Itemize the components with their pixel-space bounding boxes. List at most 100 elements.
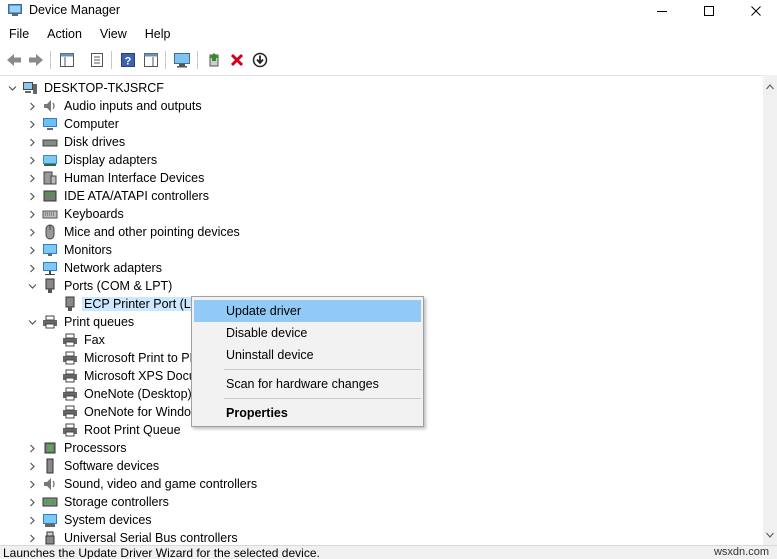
- tree-item-system-devices[interactable]: System devices: [26, 511, 154, 529]
- expand-chevron-icon[interactable]: [26, 259, 38, 277]
- expand-chevron-icon[interactable]: [26, 223, 38, 241]
- help-icon[interactable]: ?: [118, 50, 138, 70]
- status-text: Launches the Update Driver Wizard for th…: [3, 546, 320, 559]
- mouse-icon: [42, 224, 58, 240]
- menu-file[interactable]: File: [0, 25, 38, 45]
- tree-item-label: Microsoft Print to PD: [84, 351, 199, 365]
- software-device-icon: [42, 458, 58, 474]
- tree-item-label: Mice and other pointing devices: [64, 225, 240, 239]
- expand-chevron-icon[interactable]: [26, 457, 38, 475]
- scroll-up-arrow-icon[interactable]: [766, 79, 774, 93]
- speaker-icon: [42, 476, 58, 492]
- expand-chevron-icon[interactable]: [26, 493, 38, 511]
- expand-chevron-icon[interactable]: [26, 511, 38, 529]
- expand-chevron-icon[interactable]: [26, 439, 38, 457]
- minimize-button[interactable]: [639, 0, 685, 22]
- tree-item-root-print-queue[interactable]: Root Print Queue: [46, 421, 183, 439]
- expand-chevron-icon[interactable]: [26, 187, 38, 205]
- expand-chevron-icon[interactable]: [26, 97, 38, 115]
- close-button[interactable]: [733, 0, 777, 22]
- tree-item-label: Software devices: [64, 459, 160, 473]
- svg-text:?: ?: [125, 56, 132, 68]
- tree-item-microsoft-print-to-pdf[interactable]: Microsoft Print to PD: [46, 349, 201, 367]
- collapse-chevron-icon[interactable]: [6, 79, 18, 97]
- tree-item-ports[interactable]: Ports (COM & LPT): [26, 277, 174, 295]
- context-uninstall-device[interactable]: Uninstall device: [194, 344, 421, 366]
- status-bar: Launches the Update Driver Wizard for th…: [0, 545, 777, 559]
- tree-item-label: Root Print Queue: [84, 423, 181, 437]
- tree-item-print-queues[interactable]: Print queues: [26, 313, 136, 331]
- context-properties[interactable]: Properties: [194, 402, 421, 424]
- computer-icon: [42, 116, 58, 132]
- tree-item-label: Print queues: [64, 315, 135, 329]
- tree-item-disk-drives[interactable]: Disk drives: [26, 133, 127, 151]
- uninstall-icon[interactable]: [227, 50, 247, 70]
- tree-item-label: Human Interface Devices: [64, 171, 205, 185]
- tree-item-label: Network adapters: [64, 261, 162, 275]
- maximize-button[interactable]: [686, 0, 732, 22]
- menu-action[interactable]: Action: [38, 25, 91, 45]
- tree-item-ecp-printer-port[interactable]: ECP Printer Port (LPT: [46, 295, 209, 313]
- display-adapter-icon: [42, 152, 58, 168]
- expand-chevron-icon[interactable]: [26, 205, 38, 223]
- speaker-icon: [42, 98, 58, 114]
- monitor-icon: [42, 242, 58, 258]
- add-driver-icon[interactable]: [204, 50, 224, 70]
- scroll-down-arrow-icon[interactable]: [766, 527, 774, 541]
- tree-item-software-devices[interactable]: Software devices: [26, 457, 161, 475]
- tree-item-monitors[interactable]: Monitors: [26, 241, 114, 259]
- tree-item-label: Display adapters: [64, 153, 158, 167]
- expand-chevron-icon[interactable]: [26, 475, 38, 493]
- tree-item-processors[interactable]: Processors: [26, 439, 129, 457]
- context-scan-hardware[interactable]: Scan for hardware changes: [194, 373, 421, 395]
- action-pane-icon[interactable]: [141, 50, 161, 70]
- port-icon: [42, 278, 58, 294]
- show-hide-console-tree-icon[interactable]: [57, 50, 77, 70]
- printer-icon: [62, 368, 78, 384]
- menu-help[interactable]: Help: [136, 25, 180, 45]
- tree-item-storage-controllers[interactable]: Storage controllers: [26, 493, 171, 511]
- expand-chevron-icon[interactable]: [26, 241, 38, 259]
- tree-item-label: OneNote (Desktop): [84, 387, 192, 401]
- tree-item-label: Fax: [84, 333, 105, 347]
- expand-chevron-icon[interactable]: [26, 169, 38, 187]
- update-driver-icon[interactable]: [250, 50, 270, 70]
- tree-item-fax[interactable]: Fax: [46, 331, 107, 349]
- tree-item-usb-controllers[interactable]: Universal Serial Bus controllers: [26, 529, 240, 545]
- expand-chevron-icon[interactable]: [26, 133, 38, 151]
- collapse-chevron-icon[interactable]: [26, 277, 38, 295]
- expand-chevron-icon[interactable]: [26, 151, 38, 169]
- vertical-scrollbar[interactable]: [763, 75, 777, 545]
- keyboard-icon: [42, 206, 58, 222]
- tree-item-ide-controllers[interactable]: IDE ATA/ATAPI controllers: [26, 187, 211, 205]
- tree-item-onenote-desktop[interactable]: OneNote (Desktop): [46, 385, 194, 403]
- tree-item-mice[interactable]: Mice and other pointing devices: [26, 223, 242, 241]
- properties-icon[interactable]: [87, 50, 107, 70]
- context-update-driver[interactable]: Update driver: [194, 300, 421, 322]
- tree-item-sound-video-game[interactable]: Sound, video and game controllers: [26, 475, 259, 493]
- expand-chevron-icon[interactable]: [26, 115, 38, 133]
- monitor-icon[interactable]: [172, 50, 192, 70]
- expand-chevron-icon[interactable]: [26, 529, 38, 545]
- printer-icon: [62, 332, 78, 348]
- back-icon[interactable]: [4, 50, 24, 70]
- tree-item-label: IDE ATA/ATAPI controllers: [64, 189, 209, 203]
- tree-item-label: Sound, video and game controllers: [64, 477, 258, 491]
- tree-item-hid[interactable]: Human Interface Devices: [26, 169, 206, 187]
- tree-item-network-adapters[interactable]: Network adapters: [26, 259, 164, 277]
- tree-root[interactable]: DESKTOP-TKJSRCF: [6, 79, 166, 97]
- menu-view[interactable]: View: [91, 25, 136, 45]
- forward-icon[interactable]: [26, 50, 46, 70]
- context-separator: [224, 369, 421, 370]
- tree-item-label: OneNote for Window: [84, 405, 201, 419]
- tree-item-audio[interactable]: Audio inputs and outputs: [26, 97, 204, 115]
- tree-item-microsoft-xps[interactable]: Microsoft XPS Docum: [46, 367, 208, 385]
- tree-item-computer[interactable]: Computer: [26, 115, 121, 133]
- tree-item-label: Storage controllers: [64, 495, 169, 509]
- collapse-chevron-icon[interactable]: [26, 313, 38, 331]
- context-disable-device[interactable]: Disable device: [194, 322, 421, 344]
- tree-item-keyboards[interactable]: Keyboards: [26, 205, 126, 223]
- tree-item-label: Disk drives: [64, 135, 126, 149]
- tree-item-display-adapters[interactable]: Display adapters: [26, 151, 159, 169]
- tree-item-onenote-windows[interactable]: OneNote for Window: [46, 403, 202, 421]
